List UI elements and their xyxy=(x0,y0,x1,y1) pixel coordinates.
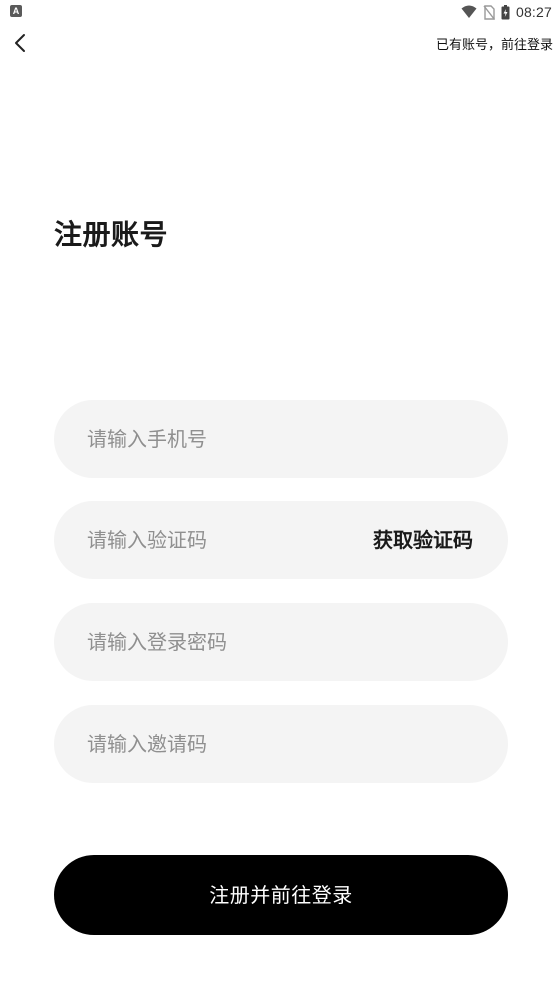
chevron-left-icon xyxy=(8,30,34,56)
get-code-button[interactable]: 获取验证码 xyxy=(373,501,473,579)
status-time: 08:27 xyxy=(515,4,552,20)
verification-code-input[interactable] xyxy=(87,501,367,579)
phone-input[interactable] xyxy=(87,400,367,478)
back-button[interactable] xyxy=(8,30,34,56)
app-notification-icon: A xyxy=(10,5,22,17)
status-bar: A 08:27 xyxy=(0,0,559,24)
password-field xyxy=(54,603,508,681)
password-input[interactable] xyxy=(87,603,367,681)
go-to-login-link[interactable]: 已有账号，前往登录 xyxy=(436,34,553,53)
verification-code-field: 获取验证码 xyxy=(54,501,508,579)
no-sim-icon xyxy=(483,4,495,20)
wifi-icon xyxy=(461,5,477,19)
status-indicators: 08:27 xyxy=(461,2,552,22)
invite-code-input[interactable] xyxy=(87,705,367,783)
battery-icon xyxy=(501,4,510,20)
phone-field xyxy=(54,400,508,478)
invite-code-field xyxy=(54,705,508,783)
page-title: 注册账号 xyxy=(54,218,169,251)
register-submit-button[interactable]: 注册并前往登录 xyxy=(54,855,508,935)
